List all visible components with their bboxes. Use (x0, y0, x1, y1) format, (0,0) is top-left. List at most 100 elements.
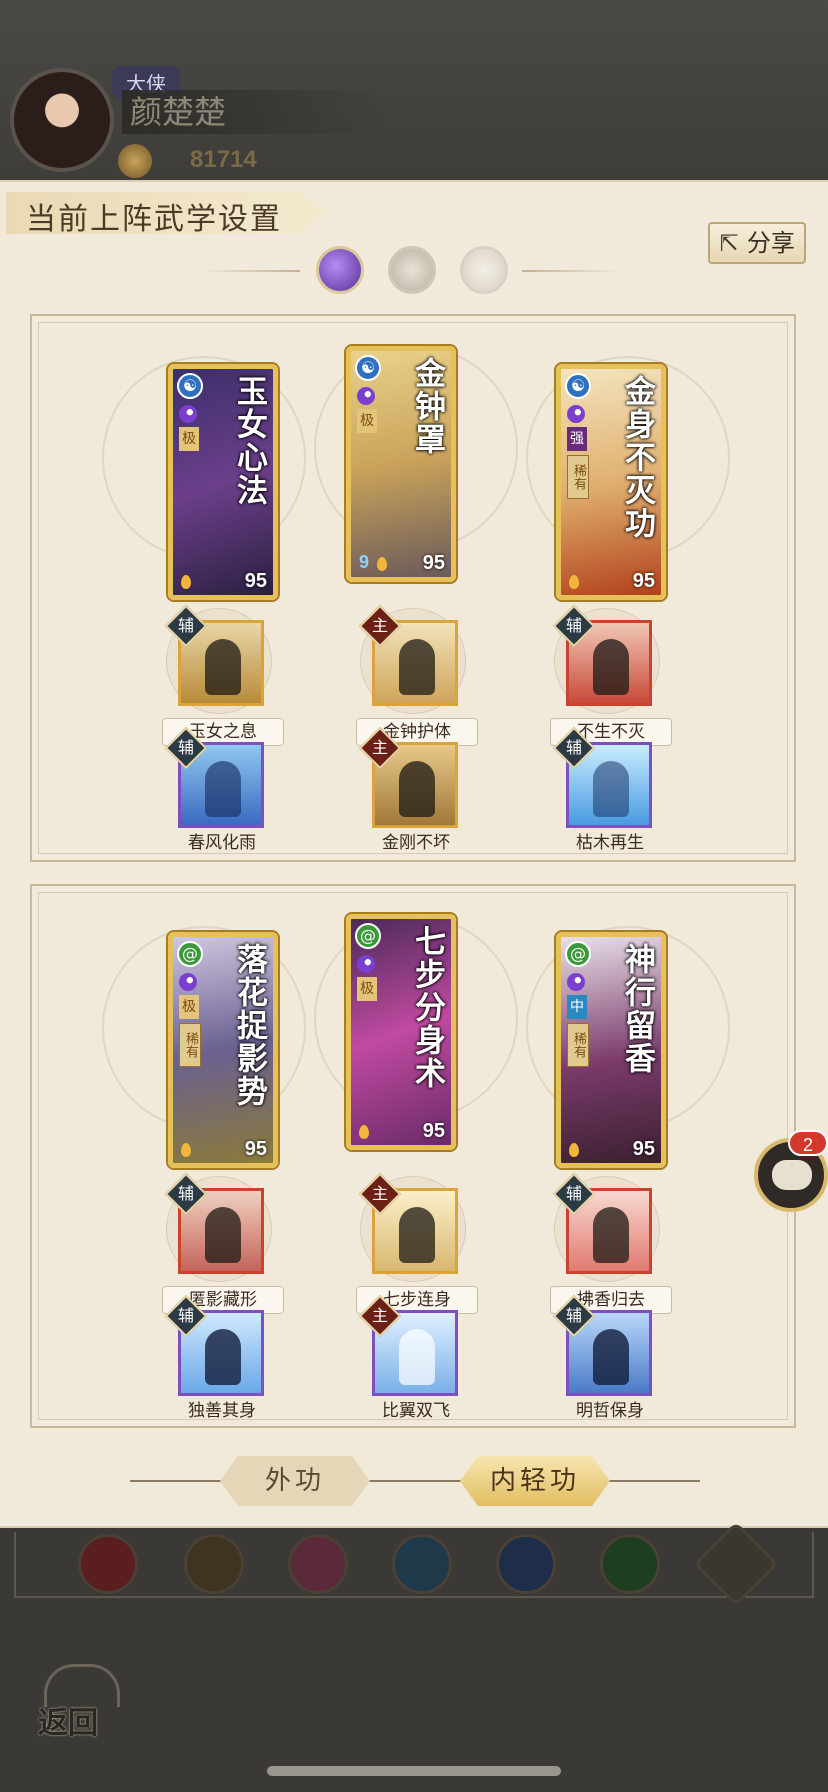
moon-orb-icon[interactable] (316, 246, 364, 294)
skill-icon[interactable]: 辅 (552, 1294, 652, 1396)
martial-card[interactable]: ☯ 极 玉女心法 95 (168, 364, 278, 600)
swirl-icon: @ (565, 941, 591, 967)
crescent-orb-icon[interactable] (460, 246, 508, 294)
skill-icon[interactable]: 辅 (164, 1172, 264, 1274)
skill-backdrop (166, 608, 272, 714)
tag-badge: 辅 (164, 726, 208, 770)
skill-icon[interactable]: 辅 (164, 726, 264, 828)
card-name: 金钟罩 (409, 357, 445, 456)
skill-figure (593, 639, 629, 695)
tag-badge: 辅 (164, 1172, 208, 1216)
skill-figure (205, 1329, 241, 1385)
share-button[interactable]: ⇱ 分享 (708, 222, 806, 264)
yin-yang-icon: ☯ (177, 373, 203, 399)
tag-badge: 辅 (552, 604, 596, 648)
skill-figure (593, 761, 629, 817)
chat-bubble-icon (772, 1160, 812, 1190)
ornament-circle (102, 926, 306, 1130)
sword-icon[interactable] (78, 1534, 138, 1594)
martial-card[interactable]: @ 中 稀有 神行留香 95 (556, 932, 666, 1168)
skill-icon[interactable]: 辅 (552, 726, 652, 828)
tab-inner-skills[interactable]: 内轻功 (460, 1456, 610, 1506)
power-value: 81714 (190, 146, 257, 173)
skill-figure (593, 1207, 629, 1263)
back-label: 返回 (38, 1706, 98, 1741)
tag-badge: 辅 (552, 1172, 596, 1216)
spear-icon[interactable] (184, 1534, 244, 1594)
tag-badge: 辅 (552, 1294, 596, 1338)
panel-title-banner: 当前上阵武学设置 (6, 192, 326, 234)
card-level: 95 (244, 1138, 267, 1160)
card-level: 95 (422, 552, 445, 574)
skill-label: 春风化雨 (188, 833, 256, 853)
skill-figure (205, 761, 241, 817)
moon-icon (567, 973, 585, 991)
tag-badge: 主 (358, 1294, 402, 1338)
skill-icon[interactable]: 主 (358, 726, 458, 828)
tag-badge: 辅 (164, 1294, 208, 1338)
ornament-circle (526, 356, 730, 560)
card-name: 七步分身术 (409, 925, 445, 1090)
swirl-icon: @ (177, 941, 203, 967)
yin-yang-icon[interactable] (496, 1534, 556, 1594)
tag-badge: 主 (358, 1172, 402, 1216)
skill-label: 拂香归去 (550, 1286, 672, 1314)
back-button[interactable]: 返回 (34, 1658, 124, 1741)
grade-badge: 强 (567, 427, 587, 451)
sun-orb-icon[interactable] (388, 246, 436, 294)
martial-card[interactable]: @ 极 七步分身术 95 (346, 914, 456, 1150)
martial-card[interactable]: @ 极 稀有 落花捉影势 95 (168, 932, 278, 1168)
ornament-circle (102, 356, 306, 560)
tag-badge: 辅 (164, 604, 208, 648)
martial-card[interactable]: ☯ 强 稀有 金身不灭功 95 (556, 364, 666, 600)
skill-icon[interactable]: 主 (358, 604, 458, 706)
fist-icon[interactable] (288, 1534, 348, 1594)
divider-line (522, 270, 622, 272)
skill-icon[interactable]: 辅 (552, 1172, 652, 1274)
drop-icon (181, 575, 191, 589)
rare-badge: 稀有 (567, 1023, 589, 1067)
skill-icon[interactable]: 辅 (164, 1294, 264, 1396)
skill-icon[interactable]: 主 (358, 1294, 458, 1396)
skill-backdrop (554, 1176, 660, 1282)
skill-figure (205, 1207, 241, 1263)
home-indicator[interactable] (267, 1766, 561, 1776)
fan-icon[interactable] (392, 1534, 452, 1594)
moon-icon (567, 405, 585, 423)
card-name: 金身不灭功 (619, 375, 655, 540)
grade-badge: 极 (357, 977, 377, 1001)
skill-label: 枯木再生 (576, 833, 644, 853)
skill-label: 比翼双飞 (382, 1401, 450, 1421)
grade-badge: 极 (179, 995, 199, 1019)
card-level: 95 (632, 570, 655, 592)
moon-icon (357, 955, 375, 973)
card-level: 95 (632, 1138, 655, 1160)
tab-outer-skills[interactable]: 外功 (220, 1456, 370, 1506)
drop-icon (377, 557, 387, 571)
grade-badge: 极 (357, 409, 377, 433)
skill-backdrop (554, 608, 660, 714)
skill-figure (399, 1207, 435, 1263)
tag-badge: 主 (358, 726, 402, 770)
skill-label: 明哲保身 (576, 1401, 644, 1421)
ornament-circle (314, 346, 518, 550)
martial-card[interactable]: ☯ 极 金钟罩 9 95 (346, 346, 456, 582)
skill-backdrop (360, 1176, 466, 1282)
card-count: 9 (359, 552, 370, 572)
player-avatar[interactable] (10, 68, 114, 172)
divider-line (200, 270, 300, 272)
yin-yang-icon: ☯ (355, 355, 381, 381)
share-icon: ⇱ (719, 229, 740, 257)
grade-badge: 极 (179, 427, 199, 451)
panel-title: 当前上阵武学设置 (26, 202, 282, 237)
drop-icon (359, 1125, 369, 1139)
skill-icon[interactable]: 主 (358, 1172, 458, 1274)
skill-icon[interactable]: 辅 (164, 604, 264, 706)
moon-icon (179, 973, 197, 991)
ornament-circle (314, 916, 518, 1120)
swirl-icon[interactable] (600, 1534, 660, 1594)
skill-backdrop (166, 1176, 272, 1282)
drop-icon (569, 575, 579, 589)
skill-icon[interactable]: 辅 (552, 604, 652, 706)
loadout-section-1: ☯ 极 玉女心法 95 ☯ 极 金钟罩 9 95 ☯ 强 稀有 金身不灭功 95 (30, 314, 796, 862)
